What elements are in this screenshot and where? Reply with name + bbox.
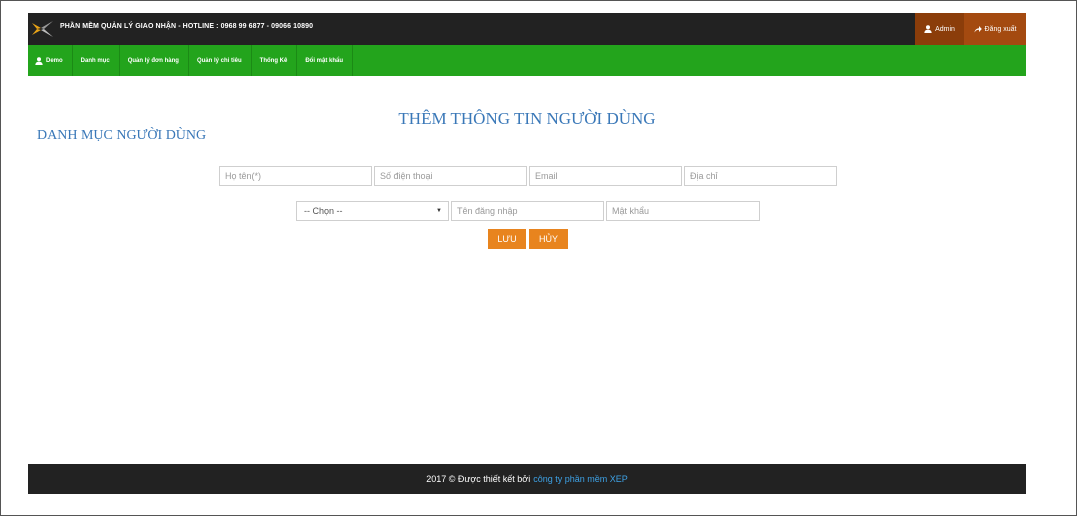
email-input[interactable] [529, 166, 682, 186]
logo-icon [32, 21, 53, 37]
main-content: THÊM THÔNG TIN NGƯỜI DÙNG DANH MỤC NGƯỜI… [28, 76, 1026, 464]
menu-item-doi-mat-khau[interactable]: Đổi mật khẩu [297, 45, 354, 76]
menu-item-label: Quản lý đơn hàng [127, 57, 179, 64]
brand-title: PHẦN MỀM QUẢN LÝ GIAO NHẬN - HOTLINE : 0… [60, 23, 314, 30]
footer-text: 2017 © Được thiết kết bởi [426, 474, 531, 484]
section-title: DANH MỤC NGƯỜI DÙNG [37, 128, 207, 143]
menu-item-label: Quản lý chi tiêu [196, 57, 242, 64]
logout-label: Đăng xuất [984, 25, 1017, 33]
user-icon [35, 56, 43, 65]
main-menu: Demo Danh mục Quản lý đơn hàng Quản lý c… [28, 45, 1026, 76]
menu-item-danh-muc[interactable]: Danh mục [73, 45, 120, 76]
phone-input[interactable] [374, 166, 527, 186]
menu-item-label: Danh mục [80, 57, 110, 64]
footer-company-link[interactable]: công ty phần mềm XEP [533, 474, 628, 484]
top-bar: PHẦN MỀM QUẢN LÝ GIAO NHẬN - HOTLINE : 0… [28, 13, 1026, 45]
role-select[interactable]: -- Chọn -- ▼ [296, 201, 449, 221]
password-input[interactable] [606, 201, 760, 221]
role-select-value: -- Chọn -- [304, 206, 343, 216]
cancel-button[interactable]: HỦY [529, 229, 568, 249]
fullname-input[interactable] [219, 166, 372, 186]
address-input[interactable] [684, 166, 837, 186]
save-button[interactable]: LƯU [488, 229, 526, 249]
user-icon [924, 25, 932, 33]
menu-item-quan-ly-don-hang[interactable]: Quản lý đơn hàng [120, 45, 189, 76]
share-arrow-icon [974, 26, 982, 33]
menu-item-demo[interactable]: Demo [28, 45, 73, 76]
footer: 2017 © Được thiết kết bởi công ty phần m… [28, 464, 1026, 494]
menu-item-label: Demo [46, 57, 63, 64]
menu-item-quan-ly-chi-tieu[interactable]: Quản lý chi tiêu [189, 45, 252, 76]
page-title: THÊM THÔNG TIN NGƯỜI DÙNG [398, 109, 656, 128]
menu-item-label: Thống Kê [259, 57, 288, 64]
menu-item-label: Đổi mật khẩu [305, 57, 344, 64]
user-actions: Admin Đăng xuất [915, 13, 1026, 45]
caret-down-icon: ▼ [436, 208, 442, 214]
menu-item-thong-ke[interactable]: Thống Kê [252, 45, 298, 76]
admin-button[interactable]: Admin [915, 13, 964, 45]
admin-label: Admin [935, 25, 955, 33]
app-container: PHẦN MỀM QUẢN LÝ GIAO NHẬN - HOTLINE : 0… [28, 13, 1026, 464]
username-input[interactable] [451, 201, 604, 221]
logout-button[interactable]: Đăng xuất [964, 13, 1026, 45]
